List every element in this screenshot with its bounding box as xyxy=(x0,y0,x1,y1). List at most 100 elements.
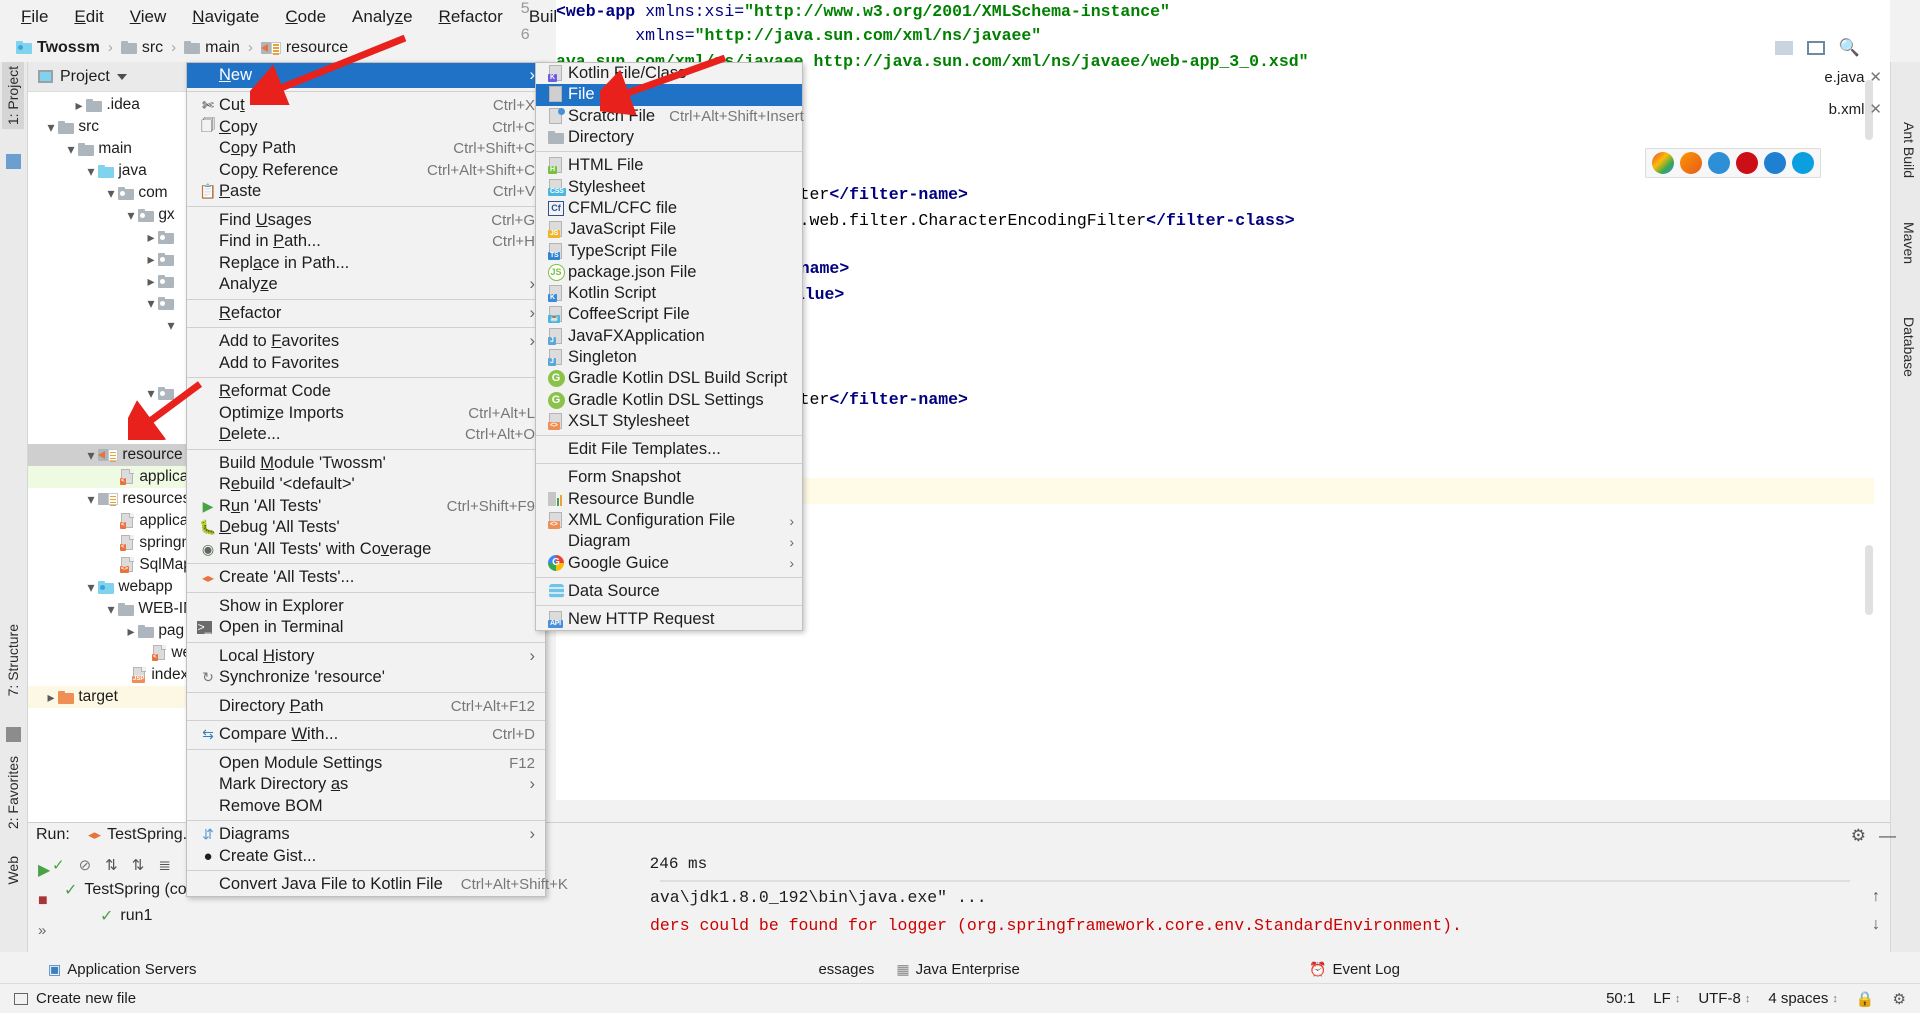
submenu-item-kotlin-file-class[interactable]: K Kotlin File/Class xyxy=(536,63,802,84)
chrome-icon[interactable] xyxy=(1652,152,1674,174)
submenu-item-xslt-stylesheet[interactable]: <> XSLT Stylesheet xyxy=(536,411,802,432)
submenu-item-kotlin-script[interactable]: K Kotlin Script xyxy=(536,283,802,304)
submenu-item-directory[interactable]: Directory xyxy=(536,127,802,148)
close-icon[interactable]: ✕ xyxy=(1869,100,1882,118)
context-item-show-in-explorer[interactable]: Show in Explorer xyxy=(187,596,545,618)
rerun-icon[interactable]: ▶ xyxy=(38,860,50,880)
submenu-item-stylesheet[interactable]: CSS Stylesheet xyxy=(536,176,802,197)
context-item-analyze[interactable]: Analyze › xyxy=(187,274,545,296)
context-item-create-gist[interactable]: ● Create Gist... xyxy=(187,846,545,868)
context-item-copy-path[interactable]: Copy Path Ctrl+Shift+C xyxy=(187,138,545,160)
context-item-open-module-settings[interactable]: Open Module Settings F12 xyxy=(187,753,545,775)
submenu-item-form-snapshot[interactable]: Form Snapshot xyxy=(536,467,802,488)
context-item-directory-path[interactable]: Directory Path Ctrl+Alt+F12 xyxy=(187,696,545,718)
context-item-remove-bom[interactable]: Remove BOM xyxy=(187,796,545,818)
submenu-item-cfml-cfc-file[interactable]: Cf CFML/CFC file xyxy=(536,198,802,219)
context-item-replace-in-path[interactable]: Replace in Path... xyxy=(187,253,545,275)
menu-edit[interactable]: Edit xyxy=(61,3,116,31)
submenu-item-singleton[interactable]: J Singleton xyxy=(536,347,802,368)
tool-tab-structure[interactable]: 7: Structure xyxy=(2,620,24,700)
tool-tab-ant-build[interactable]: Ant Build xyxy=(1901,122,1917,178)
test-tree-child[interactable]: ✓ run1 xyxy=(100,906,152,926)
minimize-icon[interactable]: — xyxy=(1879,826,1896,846)
caret-position[interactable]: 50:1 xyxy=(1606,990,1635,1007)
context-item-copy[interactable]: 🗍 Copy Ctrl+C xyxy=(187,117,545,139)
sort-alpha-icon[interactable]: ⇅ xyxy=(132,856,145,874)
preview-icon[interactable] xyxy=(1806,41,1825,55)
chevron-down-icon[interactable] xyxy=(104,601,118,618)
tool-tab-maven[interactable]: Maven xyxy=(1901,222,1917,264)
firefox-icon[interactable] xyxy=(1680,152,1702,174)
run-console[interactable]: ava\jdk1.8.0_192\bin\java.exe" ... ders … xyxy=(650,888,1860,944)
editor-tab-xml[interactable]: b.xml ✕ xyxy=(1829,100,1882,119)
menu-navigate[interactable]: Navigate xyxy=(179,3,272,31)
context-item-refactor[interactable]: Refactor › xyxy=(187,303,545,325)
expand-icon[interactable]: ≣ xyxy=(158,856,171,874)
submenu-item-html-file[interactable]: H HTML File xyxy=(536,155,802,176)
lock-icon[interactable]: 🔒 xyxy=(1856,990,1875,1008)
context-item-convert-java-to-kotlin[interactable]: Convert Java File to Kotlin File Ctrl+Al… xyxy=(187,874,568,896)
settings-gear-icon[interactable]: ⚙ xyxy=(1851,826,1866,846)
menu-code[interactable]: Code xyxy=(272,3,339,31)
context-item-synchronize[interactable]: ↻ Synchronize 'resource' xyxy=(187,667,545,689)
context-item-show-image-thumbnails[interactable]: Add to Favorites xyxy=(187,353,545,375)
chevron-right-icon[interactable] xyxy=(44,689,58,706)
tool-tab-web[interactable]: Web xyxy=(2,852,24,889)
context-item-paste[interactable]: 📋 Paste Ctrl+V xyxy=(187,181,545,203)
context-item-diagrams[interactable]: ⇵ Diagrams › xyxy=(187,824,545,846)
submenu-item-file[interactable]: File xyxy=(536,84,802,106)
tool-tab-favorites[interactable]: 2: Favorites xyxy=(2,752,24,833)
editor-scrollbar-thumb[interactable] xyxy=(1865,545,1873,615)
context-item-optimize-imports[interactable]: Optimize Imports Ctrl+Alt+L xyxy=(187,403,545,425)
line-separator[interactable]: LF ↕ xyxy=(1653,990,1680,1007)
submenu-item-new-http-request[interactable]: API New HTTP Request xyxy=(536,609,802,630)
edge-icon[interactable] xyxy=(1792,152,1814,174)
bottom-tab-messages[interactable]: essages xyxy=(818,961,874,978)
breadcrumb-item-project[interactable]: Twossm xyxy=(12,39,104,57)
context-item-run-with-coverage[interactable]: ◉ Run 'All Tests' with Coverage xyxy=(187,539,545,561)
context-item-open-in-terminal[interactable]: >_ Open in Terminal xyxy=(187,617,545,639)
chevron-down-icon[interactable] xyxy=(104,185,118,202)
submenu-item-google-guice[interactable]: G Google Guice › xyxy=(536,553,802,574)
event-log-tab[interactable]: ⏰ Event Log xyxy=(1309,961,1400,978)
submenu-item-resource-bundle[interactable]: Resource Bundle xyxy=(536,489,802,510)
close-icon[interactable]: ✕ xyxy=(1869,68,1882,86)
editor-tab-java[interactable]: e.java ✕ xyxy=(1824,68,1882,87)
context-item-create-all-tests[interactable]: ◂▸ Create 'All Tests'... xyxy=(187,567,545,589)
scroll-down-icon[interactable]: ↓ xyxy=(1872,916,1880,934)
menu-file[interactable]: File xyxy=(8,3,61,31)
submenu-item-javascript-file[interactable]: JS JavaScript File xyxy=(536,219,802,240)
safari-icon[interactable] xyxy=(1708,152,1730,174)
menu-view[interactable]: View xyxy=(117,3,180,31)
submenu-item-coffeescript-file[interactable]: ☕ CoffeeScript File xyxy=(536,304,802,325)
submenu-item-scratch-file[interactable]: Scratch File Ctrl+Alt+Shift+Insert xyxy=(536,106,804,127)
opera-icon[interactable] xyxy=(1736,152,1758,174)
chevron-right-icon[interactable] xyxy=(144,251,158,268)
passed-filter-icon[interactable]: ✓ xyxy=(52,856,65,874)
chevron-down-icon[interactable] xyxy=(84,579,98,596)
test-tree-root[interactable]: ✓ TestSpring (con xyxy=(64,880,196,900)
context-item-mark-directory-as[interactable]: Mark Directory as › xyxy=(187,774,545,796)
chevron-down-icon[interactable] xyxy=(84,491,98,508)
inspections-icon[interactable]: ⚙ xyxy=(1893,990,1906,1008)
submenu-item-package-json-file[interactable]: JS package.json File xyxy=(536,262,802,283)
structure-mini-icon[interactable] xyxy=(6,154,21,169)
context-item-build-module[interactable]: Build Module 'Twossm' xyxy=(187,453,545,475)
submenu-item-edit-file-templates[interactable]: Edit File Templates... xyxy=(536,439,802,460)
indent-setting[interactable]: 4 spaces ↕ xyxy=(1768,990,1838,1007)
tool-tab-database[interactable]: Database xyxy=(1901,317,1917,377)
context-item-rebuild[interactable]: Rebuild '<default>' xyxy=(187,474,545,496)
breadcrumb-item-resource[interactable]: resource xyxy=(257,39,352,57)
module-icon[interactable] xyxy=(6,727,21,742)
submenu-item-gradle-kotlin-dsl-settings[interactable]: G Gradle Kotlin DSL Settings xyxy=(536,389,802,410)
chevron-right-icon[interactable] xyxy=(72,97,86,114)
chevron-down-icon[interactable] xyxy=(124,207,138,224)
chevron-right-icon[interactable] xyxy=(144,273,158,290)
chevron-down-icon[interactable] xyxy=(144,295,158,312)
file-encoding[interactable]: UTF-8 ↕ xyxy=(1698,990,1750,1007)
more-icon[interactable]: » xyxy=(38,922,46,939)
chevron-right-icon[interactable] xyxy=(144,229,158,246)
bottom-tab-application-servers[interactable]: ▣ Application Servers xyxy=(48,961,196,978)
search-icon[interactable]: 🔍 xyxy=(1839,38,1860,58)
context-item-debug-all-tests[interactable]: 🐛 Debug 'All Tests' xyxy=(187,517,545,539)
